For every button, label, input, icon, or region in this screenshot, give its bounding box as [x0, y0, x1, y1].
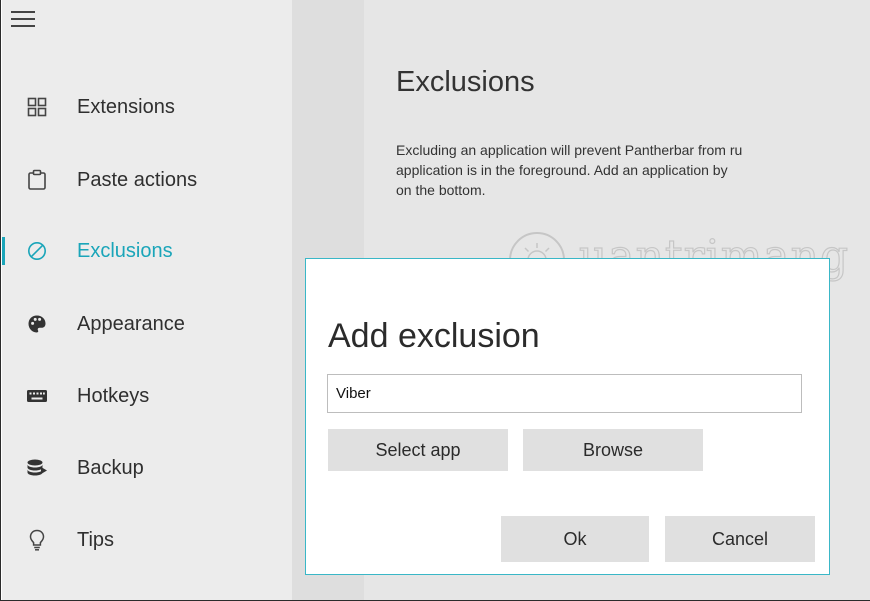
sidebar-item-label: Extensions [77, 96, 175, 118]
dialog-title: Add exclusion [328, 317, 540, 355]
lightbulb-icon [26, 529, 48, 551]
select-app-button[interactable]: Select app [328, 429, 508, 471]
cancel-button[interactable]: Cancel [665, 516, 815, 562]
sidebar-item-label: Paste actions [77, 169, 198, 191]
extensions-icon [26, 96, 48, 118]
page-description: Excluding an application will prevent Pa… [396, 140, 870, 200]
prohibited-icon [26, 240, 48, 262]
add-exclusion-dialog: Add exclusion Select app Browse Ok Cance… [305, 258, 830, 575]
browse-button[interactable]: Browse [523, 429, 703, 471]
ok-button[interactable]: Ok [501, 516, 649, 562]
description-line: application is in the foreground. Add an… [396, 162, 728, 178]
sidebar-item-label: Hotkeys [77, 385, 150, 407]
sidebar-item-hotkeys[interactable]: Hotkeys [2, 373, 292, 419]
database-icon [26, 457, 48, 479]
app-window: Extensions Paste actions Exclusions Appe… [0, 0, 870, 601]
sidebar-item-paste-actions[interactable]: Paste actions [2, 157, 292, 203]
active-indicator [2, 237, 5, 265]
palette-icon [26, 313, 48, 335]
sidebar-item-exclusions[interactable]: Exclusions [2, 228, 292, 274]
hamburger-menu-icon[interactable] [11, 10, 35, 28]
sidebar-item-label: Backup [77, 457, 144, 479]
keyboard-icon [26, 385, 48, 407]
sidebar-item-backup[interactable]: Backup [2, 445, 292, 491]
sidebar-item-label: Exclusions [77, 240, 173, 262]
sidebar-item-label: Tips [77, 529, 115, 551]
description-line: Excluding an application will prevent Pa… [396, 142, 743, 158]
sidebar: Extensions Paste actions Exclusions Appe… [2, 0, 292, 600]
clipboard-icon [26, 169, 48, 191]
sidebar-item-tips[interactable]: Tips [2, 517, 292, 563]
page-title: Exclusions [396, 66, 535, 98]
exclusion-app-input[interactable] [327, 374, 802, 413]
description-line: on the bottom. [396, 182, 486, 198]
sidebar-item-label: Appearance [77, 313, 185, 335]
sidebar-item-appearance[interactable]: Appearance [2, 301, 292, 347]
sidebar-item-extensions[interactable]: Extensions [2, 84, 292, 130]
